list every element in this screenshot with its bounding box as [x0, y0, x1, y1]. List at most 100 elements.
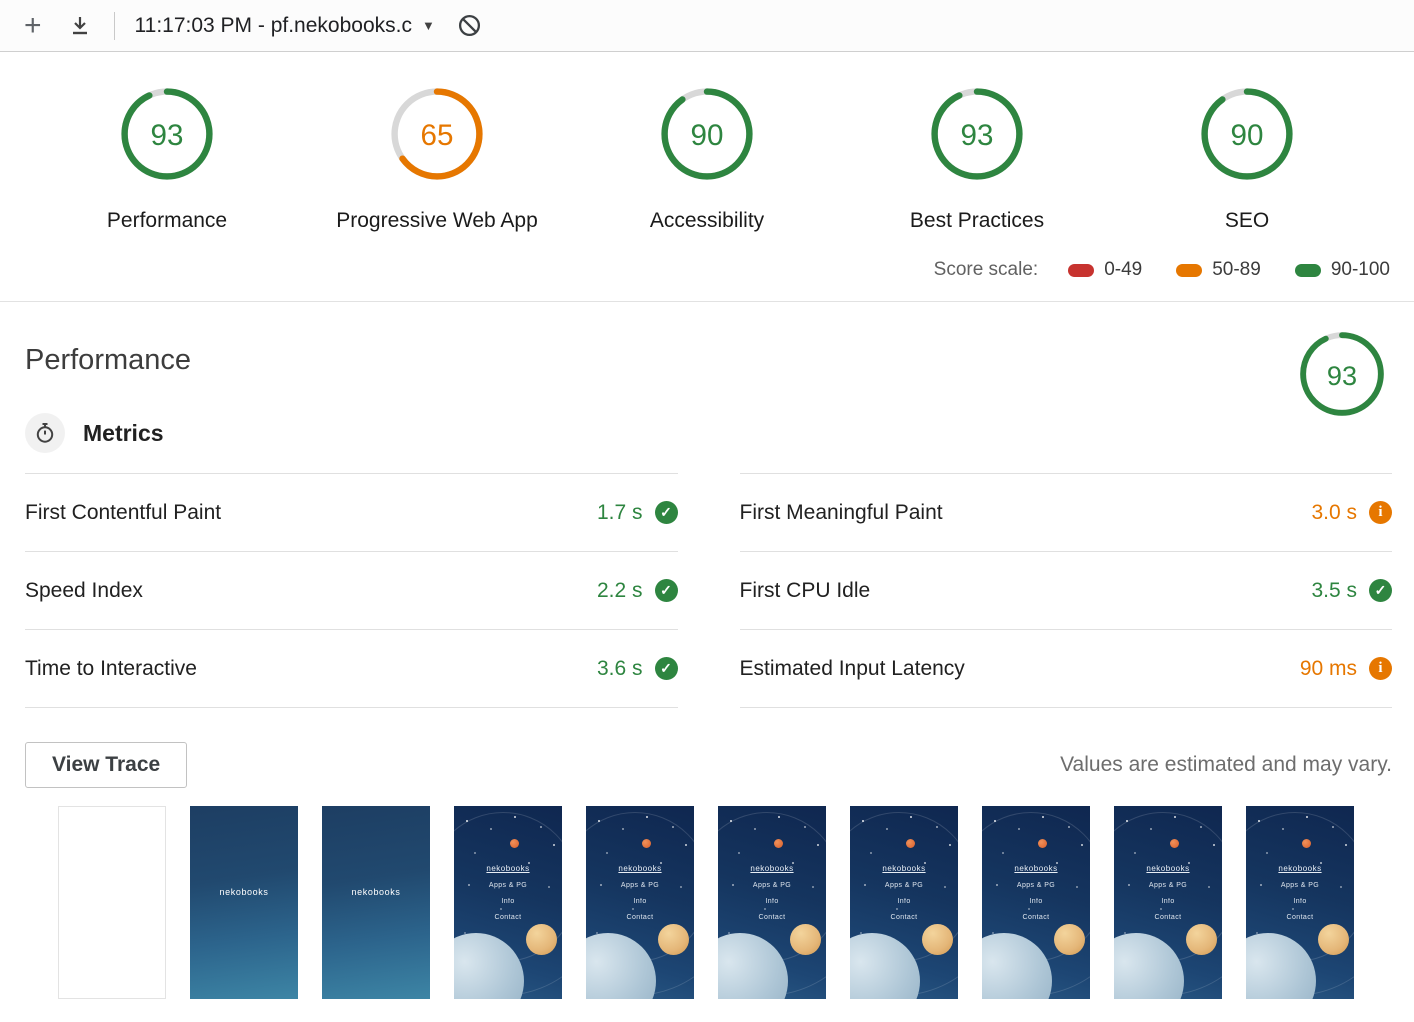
performance-section: Performance 93 Metrics First Contentful …: [0, 302, 1414, 999]
score-scale-ranges: 0-49 50-89 90-100: [1068, 259, 1390, 281]
metric-value-wrap: 3.5 s ✓: [1311, 579, 1392, 603]
thumbnail-menu-item: Contact: [1022, 914, 1050, 921]
thumbnail-menu-item: Info: [897, 898, 911, 905]
thumbnail-planet-small: [1318, 924, 1349, 955]
metrics-header: Metrics: [25, 413, 1392, 453]
category-label: Performance: [106, 209, 228, 232]
view-trace-button[interactable]: View Trace: [25, 742, 188, 788]
thumbnail-comet: [1038, 839, 1047, 848]
metrics-grid: First Contentful Paint 1.7 s ✓ Speed Ind…: [25, 473, 1392, 708]
metric-value: 3.6 s: [596, 656, 643, 680]
metric-value-wrap: 3.6 s ✓: [597, 657, 678, 681]
range-color-pill: [1294, 263, 1321, 277]
thumbnail-menu: nekobooks Apps & PG Info Contact: [586, 864, 694, 921]
report-selector-dropdown[interactable]: 11:17:03 PM - pf.nekobooks.c ▼: [135, 14, 435, 38]
category-label: Accessibility: [649, 209, 765, 232]
thumbnail-planet-small: [790, 924, 821, 955]
thumbnail-menu-item: Apps & PG: [488, 882, 528, 889]
pass-check-icon: ✓: [654, 657, 678, 680]
thumbnail-menu-item: Apps & PG: [1148, 882, 1188, 889]
thumbnail-menu-item: Apps & PG: [1280, 882, 1320, 889]
svg-text:93: 93: [151, 119, 184, 152]
thumbnail-menu-item: Info: [633, 898, 647, 905]
thumbnail-menu-item: Info: [1161, 898, 1175, 905]
info-icon: i: [1369, 657, 1392, 680]
thumbnail-planet-small: [526, 924, 557, 955]
thumbnail-menu-item: Apps & PG: [620, 882, 660, 889]
score-gauge: 93: [1300, 332, 1384, 416]
thumbnail-menu: nekobooks Apps & PG Info Contact: [982, 864, 1090, 921]
thumbnail-logo: nekobooks: [1146, 864, 1190, 873]
range-label: 50-89: [1212, 259, 1261, 280]
gauge-holder: 93: [32, 86, 302, 187]
metric-value-wrap: 3.0 s i: [1311, 501, 1392, 525]
thumbnail-planet-small: [922, 924, 953, 955]
metric-row: First Meaningful Paint 3.0 s i: [739, 473, 1392, 551]
metric-name: First Meaningful Paint: [739, 500, 943, 524]
score-scale: Score scale: 0-49 50-89 90-100: [0, 233, 1414, 301]
metrics-col-left: First Contentful Paint 1.7 s ✓ Speed Ind…: [25, 473, 678, 708]
pass-check-icon: ✓: [654, 501, 678, 524]
thumbnail-menu-item: Apps & PG: [884, 882, 924, 889]
stopwatch-icon: [25, 413, 65, 453]
thumbnail-planet-small: [1054, 924, 1085, 955]
category-score[interactable]: 65 Progressive Web App: [302, 86, 572, 233]
thumbnail-logo: nekobooks: [486, 864, 530, 873]
toolbar-separator: [113, 11, 115, 40]
new-audit-button[interactable]: +: [20, 10, 46, 41]
score-gauge: 93: [121, 88, 213, 180]
category-score[interactable]: 90 Accessibility: [572, 86, 842, 233]
thumbnail-menu-item: Apps & PG: [1016, 882, 1056, 889]
category-label: Best Practices: [909, 209, 1045, 232]
filmstrip-frame: nekobooks Apps & PG Info Contact: [586, 806, 694, 999]
score-gauge: 90: [661, 88, 753, 180]
thumbnail-menu-item: Contact: [1286, 914, 1314, 921]
gauge-holder: 93: [842, 86, 1112, 187]
metrics-title: Metrics: [83, 419, 164, 446]
gauge-holder: 90: [572, 86, 842, 187]
svg-text:90: 90: [691, 119, 724, 152]
range-color-pill: [1068, 263, 1095, 277]
thumbnail-menu-item: Info: [501, 898, 515, 905]
thumbnail-menu-item: Contact: [890, 914, 918, 921]
thumbnail-menu-item: Contact: [758, 914, 786, 921]
thumbnail-menu-item: Info: [1293, 898, 1307, 905]
category-label: Progressive Web App: [336, 209, 538, 232]
thumbnail-planet-small: [1186, 924, 1217, 955]
thumbnail-menu: nekobooks Apps & PG Info Contact: [1114, 864, 1222, 921]
thumbnail-stars: [1116, 812, 1118, 814]
svg-text:93: 93: [1327, 360, 1357, 391]
score-range: 0-49: [1068, 259, 1142, 281]
category-label: SEO: [1224, 209, 1270, 232]
thumbnail-stars: [1248, 812, 1250, 814]
filmstrip-frame: nekobooks Apps & PG Info Contact: [850, 806, 958, 999]
thumbnail-menu-item: Apps & PG: [752, 882, 792, 889]
score-summary: 93 Performance 65 Progressive Web App 90…: [32, 86, 1382, 233]
filmstrip-frame: nekobooks Apps & PG Info Contact: [1246, 806, 1354, 999]
filmstrip-frame: [58, 806, 166, 999]
block-icon: [458, 14, 480, 37]
metric-value: 90 ms: [1299, 656, 1357, 680]
gauge-holder: 65: [302, 86, 572, 187]
thumbnail-comet: [906, 839, 915, 848]
thumbnail-menu-item: Contact: [626, 914, 654, 921]
filmstrip: nekobooks nekobooks nekobooks Apps & PG In…: [58, 806, 1392, 999]
thumbnail-comet: [510, 839, 519, 848]
filmstrip-frame: nekobooks Apps & PG Info Contact: [718, 806, 826, 999]
category-score[interactable]: 90 SEO: [1112, 86, 1382, 233]
metric-value-wrap: 2.2 s ✓: [597, 579, 678, 603]
metric-name: First Contentful Paint: [25, 500, 222, 524]
metric-value-wrap: 1.7 s ✓: [597, 501, 678, 525]
thumbnail-comet: [1302, 839, 1311, 848]
filmstrip-frame: nekobooks: [322, 806, 430, 999]
clear-reports-button[interactable]: [455, 11, 484, 40]
metric-name: Estimated Input Latency: [739, 656, 965, 680]
category-score[interactable]: 93 Best Practices: [842, 86, 1112, 233]
thumbnail-menu-item: Contact: [1154, 914, 1182, 921]
download-report-button[interactable]: [66, 12, 94, 40]
metric-value: 1.7 s: [596, 500, 643, 524]
thumbnail-logo: nekobooks: [1014, 864, 1058, 873]
category-score[interactable]: 93 Performance: [32, 86, 302, 233]
thumbnail-comet: [774, 839, 783, 848]
performance-score-gauge: 93: [1298, 330, 1386, 423]
